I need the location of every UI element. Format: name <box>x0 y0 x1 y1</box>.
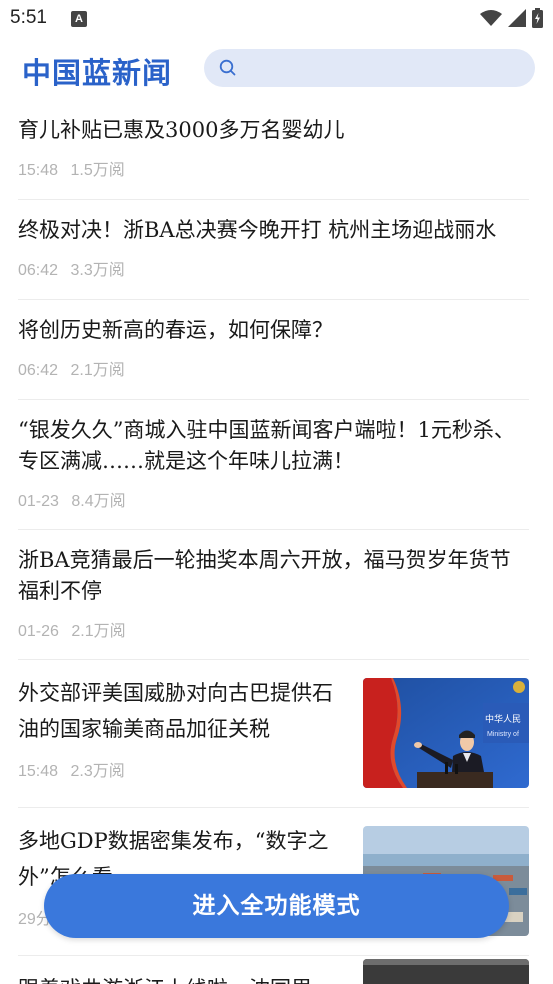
news-time: 15:48 <box>18 162 59 179</box>
news-thumbnail[interactable]: 中华人民 Ministry of <box>363 678 529 788</box>
news-title: “银发久久”商城入驻中国蓝新闻客户端啦！1元秒杀、专区满减……就是这个年味儿拉满… <box>18 418 515 473</box>
svg-text:Ministry of: Ministry of <box>487 731 519 738</box>
full-mode-button[interactable]: 进入全功能模式 <box>44 874 509 938</box>
news-views: 1.5万阅 <box>70 162 125 179</box>
signal-icon <box>508 9 526 27</box>
app-header: 中国蓝新闻 <box>0 44 553 94</box>
news-item[interactable]: 育儿补贴已惠及3000多万名婴幼儿 15:48 1.5万阅 <box>18 100 529 200</box>
news-time: 01-26 <box>18 623 59 640</box>
partial-image <box>363 959 529 984</box>
news-views: 2.3万阅 <box>70 763 125 780</box>
news-thumbnail[interactable] <box>363 959 529 984</box>
news-title: 将创历史新高的春运，如何保障？ <box>18 318 333 342</box>
news-item[interactable]: 外交部评美国威胁对向古巴提供石油的国家输美商品加征关税 15:48 2.3万阅 <box>18 660 529 808</box>
status-time: 5:51 <box>10 7 47 28</box>
news-time: 15:48 <box>18 763 59 780</box>
news-item[interactable]: 终极对决！浙BA总决赛今晚开打 杭州主场迎战丽水 06:42 3.3万阅 <box>18 200 529 300</box>
news-views: 2.1万阅 <box>70 362 125 379</box>
news-views: 2.1万阅 <box>71 623 126 640</box>
news-title: 浙BA竞猜最后一轮抽奖本周六开放，福马贺岁年货节福利不停 <box>18 548 511 603</box>
news-views: 8.4万阅 <box>71 493 126 510</box>
news-time: 01-23 <box>18 493 59 510</box>
news-meta: 15:48 1.5万阅 <box>18 156 529 180</box>
press-conference-image: 中华人民 Ministry of <box>363 678 529 788</box>
news-meta: 01-23 8.4万阅 <box>18 487 529 511</box>
news-title: 终极对决！浙BA总决赛今晚开打 杭州主场迎战丽水 <box>18 218 497 242</box>
app-screen: 5:51 A 中国蓝新闻 育儿补贴已惠及3000多万名婴幼儿 15:48 1.5… <box>0 0 553 984</box>
search-input[interactable] <box>204 49 535 87</box>
status-icons <box>480 8 543 28</box>
news-meta: 06:42 3.3万阅 <box>18 256 529 280</box>
news-time: 06:42 <box>18 262 59 279</box>
news-item[interactable]: 跟着戏曲游浙江上线啦，沈园里 <box>18 956 529 984</box>
search-icon <box>219 59 236 76</box>
news-meta: 01-26 2.1万阅 <box>18 617 529 641</box>
news-item[interactable]: 将创历史新高的春运，如何保障？ 06:42 2.1万阅 <box>18 300 529 400</box>
brand-logo: 中国蓝新闻 <box>22 56 173 90</box>
news-item[interactable]: “银发久久”商城入驻中国蓝新闻客户端啦！1元秒杀、专区满减……就是这个年味儿拉满… <box>18 400 529 530</box>
news-title: 育儿补贴已惠及3000多万名婴幼儿 <box>18 118 345 142</box>
svg-text:中华人民: 中华人民 <box>485 713 521 725</box>
news-feed: 育儿补贴已惠及3000多万名婴幼儿 15:48 1.5万阅 终极对决！浙BA总决… <box>0 100 553 984</box>
wifi-icon <box>480 10 502 26</box>
news-item[interactable]: 浙BA竞猜最后一轮抽奖本周六开放，福马贺岁年货节福利不停 01-26 2.1万阅 <box>18 530 529 660</box>
news-title: 跟着戏曲游浙江上线啦，沈园里 <box>18 971 338 984</box>
status-bar: 5:51 A <box>0 0 553 36</box>
news-time: 06:42 <box>18 362 59 379</box>
news-meta: 06:42 2.1万阅 <box>18 356 529 380</box>
notification-icon: A <box>71 11 87 27</box>
news-views: 3.3万阅 <box>70 262 125 279</box>
battery-icon <box>532 8 543 28</box>
news-title: 外交部评美国威胁对向古巴提供石油的国家输美商品加征关税 <box>18 681 333 741</box>
